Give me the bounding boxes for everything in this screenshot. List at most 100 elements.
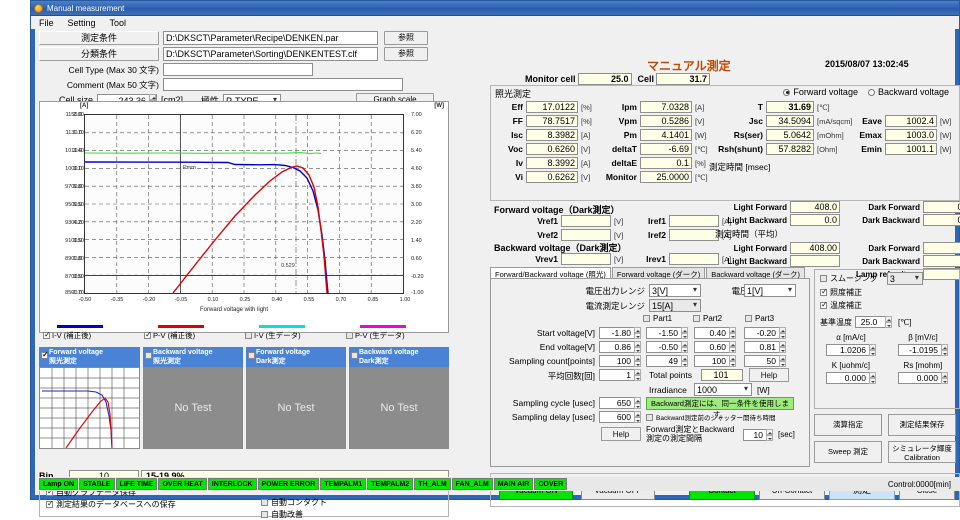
forward-voltage-radio[interactable]: Forward voltage (783, 87, 858, 97)
option-db-save[interactable]: 測定結果のデータベースへの保存 (46, 499, 255, 510)
sampling-cycle-stepper[interactable] (634, 397, 641, 409)
measure-condition-path[interactable]: D:\DKSCT\Parameter\Recipe\DENKEN.par (163, 31, 378, 45)
timing-avg-label: 測定時間（平均） (715, 228, 960, 240)
sampling-count-part2-stepper[interactable] (729, 355, 736, 367)
legend-checkbox-iv-raw[interactable] (245, 332, 252, 339)
part2-label: Part2 (703, 314, 722, 323)
backward-voltage-radio[interactable]: Backward voltage (868, 87, 949, 97)
thumbnail-checkbox[interactable] (145, 352, 152, 359)
option-auto-measure[interactable]: 自動改善 (261, 509, 435, 520)
sampling-count-part3-stepper[interactable] (779, 355, 786, 367)
legend-checkbox-pv-raw[interactable] (346, 332, 353, 339)
end-voltage-part2-stepper[interactable] (729, 341, 736, 353)
end-voltage-part3-stepper[interactable] (779, 341, 786, 353)
smoothing-select[interactable]: 3 (887, 272, 923, 285)
thumbnail-backward-dark[interactable]: Backward voltage Dark測定 No Test (349, 347, 449, 465)
beta-stepper[interactable] (941, 344, 948, 356)
part1-checkbox[interactable] (643, 315, 650, 322)
forward-voltage-radio-dot[interactable] (783, 89, 790, 96)
sampling-delay-stepper[interactable] (634, 411, 641, 423)
timing-label-dark-forward: Dark Forward (844, 203, 920, 212)
field-input-iref2[interactable] (669, 229, 719, 241)
thumbnail-forward-dark[interactable]: Forward voltage Dark測定 No Test (246, 347, 346, 465)
field-label-vrev1: Vrev1 (520, 254, 558, 264)
auto-contact-checkbox[interactable] (261, 499, 268, 506)
legend-checkbox-pv-corrected[interactable] (144, 332, 151, 339)
irradiance-correction-row[interactable]: 照度補正 (820, 287, 959, 298)
thumbnail-checkbox[interactable] (41, 352, 48, 359)
db-save-checkbox[interactable] (46, 501, 53, 508)
calculate-settings-button[interactable]: 演算指定 (814, 414, 882, 436)
part3-checkbox-row[interactable]: Part3 (745, 314, 774, 323)
i-meas-range-select[interactable]: 15[A] (649, 299, 701, 312)
field-input-vref2[interactable] (561, 229, 611, 241)
status-fan-alm: FAN_ALM (452, 478, 493, 490)
shutter-wait-checkbox-row[interactable]: Backward測定前のシャッター開待ち時間 (646, 412, 776, 422)
cell-type-input[interactable] (163, 63, 313, 76)
save-result-button[interactable]: 測定結果保存 (888, 414, 956, 436)
sampling-count-part1-stepper[interactable] (681, 355, 688, 367)
menu-item-tool[interactable]: Tool (110, 18, 127, 28)
field-input-vrev1[interactable] (561, 253, 611, 265)
part2-checkbox[interactable] (693, 315, 700, 322)
temperature-correction-checkbox[interactable] (820, 302, 827, 309)
rs-stepper[interactable] (941, 372, 948, 384)
sweep-measure-button[interactable]: Sweep 測定 (814, 441, 882, 463)
sorting-condition-path[interactable]: D:\DKSCT\Parameter\Sorting\DENKENTEST.cl… (163, 47, 378, 61)
shutter-wait-checkbox[interactable] (646, 414, 653, 421)
start-voltage-part3-stepper[interactable] (779, 327, 786, 339)
field-input-irev1[interactable] (669, 253, 719, 265)
sampling-count-main-stepper[interactable] (634, 355, 641, 367)
start-voltage-main-stepper[interactable] (634, 327, 641, 339)
average-count-stepper[interactable] (634, 369, 641, 381)
help-button-2[interactable]: Help (601, 427, 641, 441)
backward-voltage-radio-dot[interactable] (868, 89, 875, 96)
thumbnail-checkbox[interactable] (351, 352, 358, 359)
start-voltage-part1-stepper[interactable] (681, 327, 688, 339)
end-voltage-main-stepper[interactable] (634, 341, 641, 353)
field-value-eff: 17.0122 (526, 101, 578, 113)
status-tempalm1: TEMPALM1 (320, 478, 366, 490)
thumbnail-forward-light[interactable]: Forward voltage 照光測定 (39, 347, 140, 465)
menu-item-setting[interactable]: Setting (68, 18, 96, 28)
smoothing-row[interactable]: スムージング 3 (820, 272, 959, 285)
alpha-stepper[interactable] (869, 344, 876, 356)
thumbnail-panels: Forward voltage 照光測定 (39, 347, 449, 465)
k-stepper[interactable] (869, 372, 876, 384)
reference-temperature-stepper[interactable] (885, 316, 892, 328)
timing-label-light-forward: Light Forward (715, 203, 787, 212)
illumination-column-1: Eff17.0122[%] FF78.7517[%] Isc8.3982[A] … (495, 101, 592, 185)
simulator-calibration-button[interactable]: シミュレータ輝度 Calibration (888, 441, 956, 463)
irradiance-select[interactable]: 1000 (694, 383, 752, 396)
field-label-rsh: Rsh(shunt) (709, 144, 763, 154)
part1-checkbox-row[interactable]: Part1 (643, 314, 672, 323)
sorting-condition-browse-button[interactable]: 参照 (384, 47, 428, 61)
comment-input[interactable] (163, 78, 403, 91)
menu-item-file[interactable]: File (39, 18, 54, 28)
field-label-rs: Rs(ser) (709, 130, 763, 140)
end-voltage-part1-stepper[interactable] (681, 341, 688, 353)
auto-measure-checkbox[interactable] (261, 511, 268, 518)
fb-interval-stepper[interactable] (766, 429, 773, 441)
field-input-vref1[interactable] (561, 215, 611, 227)
legend-checkbox-iv-corrected[interactable] (43, 332, 50, 339)
thumbnail-backward-light[interactable]: Backward voltage 照光測定 No Test (143, 347, 243, 465)
help-button-1[interactable]: Help (749, 368, 789, 382)
chart-ylabel-right: [W] (434, 103, 444, 109)
smoothing-checkbox[interactable] (820, 275, 827, 282)
part2-checkbox-row[interactable]: Part2 (693, 314, 722, 323)
field-unit-rsh: [Ohm] (817, 145, 837, 154)
measure-condition-browse-button[interactable]: 参照 (384, 31, 428, 45)
thumbnail-checkbox[interactable] (248, 352, 255, 359)
sorting-condition-label[interactable]: 分類条件 (39, 47, 159, 61)
measure-condition-label[interactable]: 測定条件 (39, 31, 159, 45)
start-voltage-part2-stepper[interactable] (729, 327, 736, 339)
field-unit-emin: [W] (940, 145, 951, 154)
irradiance-correction-checkbox[interactable] (820, 289, 827, 296)
timing-avg-label-light-forward: Light Forward (715, 244, 787, 253)
field-input-iref1[interactable] (669, 215, 719, 227)
v-meas-range-select[interactable]: 1[V] (744, 284, 796, 297)
part3-checkbox[interactable] (745, 315, 752, 322)
temperature-correction-row[interactable]: 温度補正 (820, 300, 959, 311)
option-auto-contact[interactable]: 自動コンタクト (261, 497, 435, 508)
